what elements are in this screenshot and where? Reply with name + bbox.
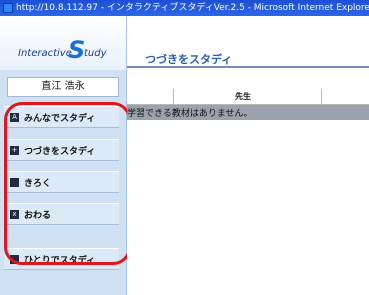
table-row: 学習できる教材はありません。	[127, 105, 369, 120]
logo-text-1: Interactive	[18, 48, 72, 59]
table-divider	[173, 89, 174, 104]
table-header: 先生	[127, 89, 369, 105]
red-highlight-outline	[4, 102, 131, 265]
logo-s: S	[68, 36, 86, 64]
column-header-teacher: 先生	[235, 92, 251, 101]
window-title: http://10.8.112.97 - インタラクティブスタディVer.2.5…	[16, 3, 369, 13]
ie-icon	[3, 3, 13, 13]
page-header: つづきをスタディ	[127, 16, 369, 68]
empty-message: 学習できる教材はありません。	[127, 109, 253, 119]
user-name: 直江 浩永	[7, 77, 119, 97]
main-content: つづきをスタディ 先生 学習できる教材はありません。	[127, 16, 369, 295]
logo-text-2: tudy	[84, 48, 107, 59]
page-title: つづきをスタディ	[145, 53, 233, 66]
table-divider	[321, 89, 322, 104]
logo: Interactive S tudy	[0, 16, 126, 70]
window-titlebar: http://10.8.112.97 - インタラクティブスタディVer.2.5…	[0, 0, 369, 16]
